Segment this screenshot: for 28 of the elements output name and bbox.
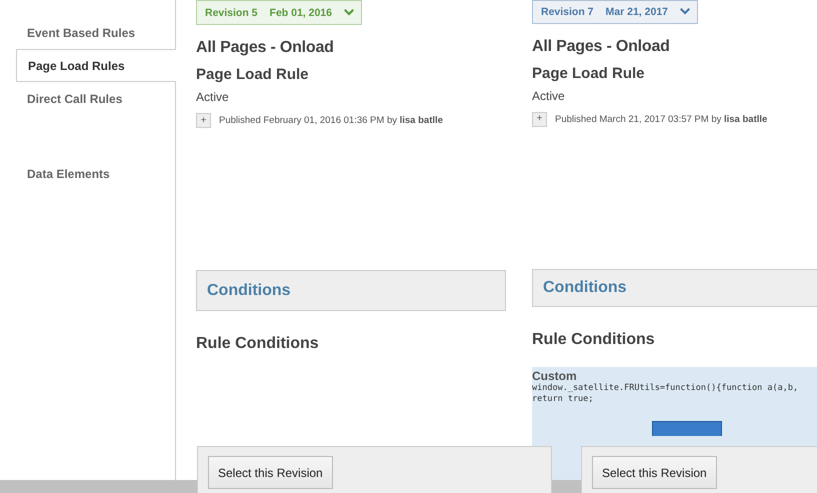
sidebar-item[interactable]: Event Based Rules [16,16,175,49]
rule-status: Active [532,88,566,103]
revision-number: Revision 7 [541,6,594,18]
rule-type: Page Load Rule [196,66,310,83]
subsection-title: Rule Conditions [532,331,656,350]
sidebar-item[interactable]: Page Load Rules [16,49,176,82]
code-line: window._satellite.FRUtils=function(){function a(a,b, [532,383,800,394]
rule-name: All Pages - Onload [532,38,671,56]
revision-number: Revision 5 [205,6,258,18]
section-header: Conditions [196,270,506,311]
rule-status: Active [196,90,230,104]
rule-type: Page Load Rule [532,64,646,82]
revision-date: Feb 01, 2016 [270,6,332,18]
sidebar-item[interactable]: Data Elements [16,157,175,190]
subsection-title: Rule Conditions [196,335,320,353]
revision-date: Mar 21, 2017 [606,6,668,18]
condition-title: Custom [532,369,578,384]
code-line: return true; [532,394,594,406]
expand-button[interactable]: + [532,112,547,127]
select-revision-button[interactable]: Select this Revision [208,456,333,489]
expand-button[interactable]: + [196,113,211,128]
section-header: Conditions [532,268,817,308]
published-info: Published March 21, 2017 03:57 PM by lisa batlle [555,114,768,125]
select-revision-button[interactable]: Select this Revision [592,456,717,489]
revision-dropdown[interactable]: Revision 7 Mar 21, 2017 [532,0,698,24]
sidebar-item[interactable]: Direct Call Rules [16,82,175,115]
published-info: Published February 01, 2016 01:36 PM by lisa batlle [219,115,443,126]
rule-name: All Pages - Onload [196,39,335,57]
